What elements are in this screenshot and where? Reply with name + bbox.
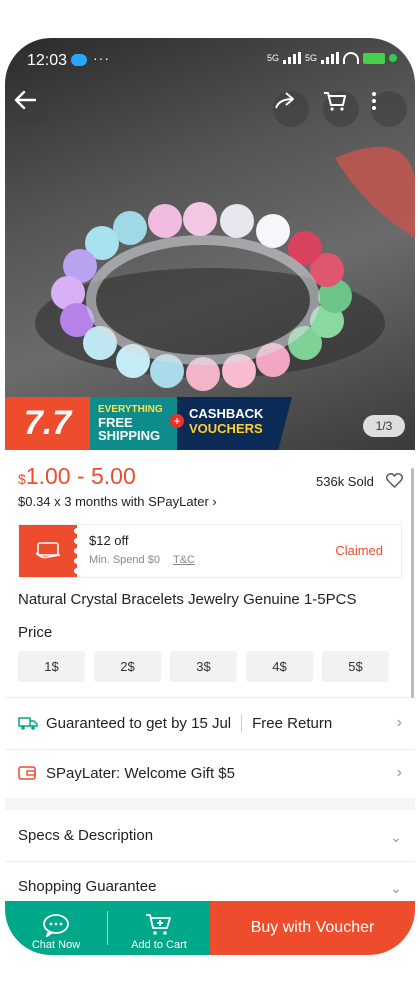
promo-free-line3: SHIPPING (98, 428, 161, 443)
variation-label: Price (18, 624, 53, 641)
screen: 12:03 ··· 5G 5G 7.7 EVERYTHING FREE SHIP… (5, 38, 415, 955)
spaylater-row[interactable]: SPayLater: Welcome Gift $5 › (18, 755, 402, 791)
shopping-guarantee-row[interactable]: Shopping Guarantee ⌄ (18, 878, 402, 896)
add-cart-icon (146, 914, 171, 935)
chat-now-button[interactable]: Chat Now (5, 901, 107, 955)
price-options: 1$ 2$ 3$ 4$ 5$ (18, 651, 389, 682)
free-return: Free Return (252, 714, 333, 732)
more-button[interactable] (371, 91, 407, 127)
share-icon (275, 92, 294, 109)
promo-77: 7.7 (5, 397, 90, 450)
share-button[interactable] (273, 91, 309, 127)
notification-dots: ··· (93, 50, 110, 66)
spaylater-text: SPayLater: Welcome Gift $5 (46, 764, 235, 782)
signal-icon-2 (321, 52, 339, 64)
installment-link[interactable]: $0.34 x 3 months with SPayLater › (18, 494, 217, 509)
add-to-cart-label: Add to Cart (131, 939, 187, 951)
back-arrow-icon (14, 91, 36, 109)
product-title: Natural Crystal Bracelets Jewelry Genuin… (18, 591, 357, 608)
status-bar: 12:03 ··· 5G 5G (5, 38, 415, 82)
chevron-down-icon: ⌄ (390, 880, 402, 896)
wifi-icon (343, 52, 359, 64)
promo-free-shipping: EVERYTHING FREE SHIPPING (90, 397, 177, 450)
chevron-right-icon: › (396, 714, 402, 731)
signal-icon (282, 52, 301, 64)
divider (5, 861, 415, 862)
promo-cash-line2: VOUCHERS (189, 421, 263, 436)
status-time: 12:03 (27, 52, 68, 69)
section-gap (5, 798, 415, 810)
divider (5, 697, 415, 698)
price-option[interactable]: 5$ (322, 651, 389, 682)
network-label: 5G (266, 53, 279, 63)
status-icons: 5G 5G (267, 52, 397, 64)
scrollbar[interactable] (411, 468, 414, 698)
wallet-icon (18, 766, 36, 780)
price-option[interactable]: 2$ (94, 651, 161, 682)
heart-icon (385, 473, 404, 488)
divider (5, 749, 415, 750)
voucher-min-spend: Min. Spend $0 (89, 554, 160, 566)
promo-cashback: CASHBACK VOUCHERS (177, 397, 292, 450)
network-label-2: 5G (304, 53, 317, 63)
plus-icon: + (170, 414, 184, 428)
back-button[interactable] (14, 91, 50, 127)
image-page-indicator: 1/3 (363, 415, 405, 437)
price-option[interactable]: 1$ (18, 651, 85, 682)
chat-icon (43, 914, 69, 937)
phone-frame: 12:03 ··· 5G 5G 7.7 EVERYTHING FREE SHIP… (0, 0, 420, 993)
voucher-icon (19, 525, 82, 577)
chevron-right-icon: › (396, 764, 402, 781)
favorite-button[interactable] (385, 473, 404, 493)
voucher-card[interactable]: $12 off Min. Spend $0 T&C Claimed (18, 524, 402, 578)
shipping-row[interactable]: Guaranteed to get by 15 Jul Free Return … (18, 705, 402, 741)
voucher-title: $12 off (89, 533, 129, 548)
bottom-action-bar: Chat Now Add to Cart Buy with Voucher (5, 901, 415, 955)
buy-with-voucher-button[interactable]: Buy with Voucher (210, 901, 415, 955)
price-option[interactable]: 3$ (170, 651, 237, 682)
voucher-tnc-link[interactable]: T&C (173, 554, 195, 566)
promo-banner[interactable]: 7.7 EVERYTHING FREE SHIPPING CASHBACK VO… (5, 397, 292, 450)
camera-indicator-icon (389, 54, 397, 62)
bottom-separator (107, 901, 108, 955)
voucher-text: $12 off Min. Spend $0 T&C (77, 525, 307, 577)
separator (241, 714, 243, 732)
cart-button[interactable] (323, 91, 359, 127)
price-currency: $ (18, 471, 26, 487)
voucher-status: Claimed (335, 543, 383, 558)
chevron-down-icon: ⌄ (390, 829, 402, 845)
product-image[interactable]: 12:03 ··· 5G 5G 7.7 EVERYTHING FREE SHIP… (5, 38, 415, 450)
specs-description-row[interactable]: Specs & Description ⌄ (18, 827, 402, 845)
battery-icon (363, 52, 385, 64)
more-icon (372, 92, 376, 110)
price-option[interactable]: 4$ (246, 651, 313, 682)
specs-title: Specs & Description (18, 827, 154, 844)
cart-icon (324, 92, 346, 111)
add-to-cart-button[interactable]: Add to Cart (108, 901, 210, 955)
cloud-icon (71, 54, 87, 66)
sold-count: 536k Sold (316, 474, 374, 489)
voucher-subtitle: Min. Spend $0 T&C (89, 554, 307, 566)
price-range: 1.00 - 5.00 (25, 463, 136, 489)
price: $1.00 - 5.00 (18, 463, 136, 490)
guarantee-title: Shopping Guarantee (18, 878, 157, 895)
promo-cash-line1: CASHBACK (189, 406, 264, 421)
shipping-guarantee: Guaranteed to get by 15 Jul (46, 714, 232, 732)
truck-icon (18, 717, 38, 730)
chat-now-label: Chat Now (31, 939, 81, 951)
